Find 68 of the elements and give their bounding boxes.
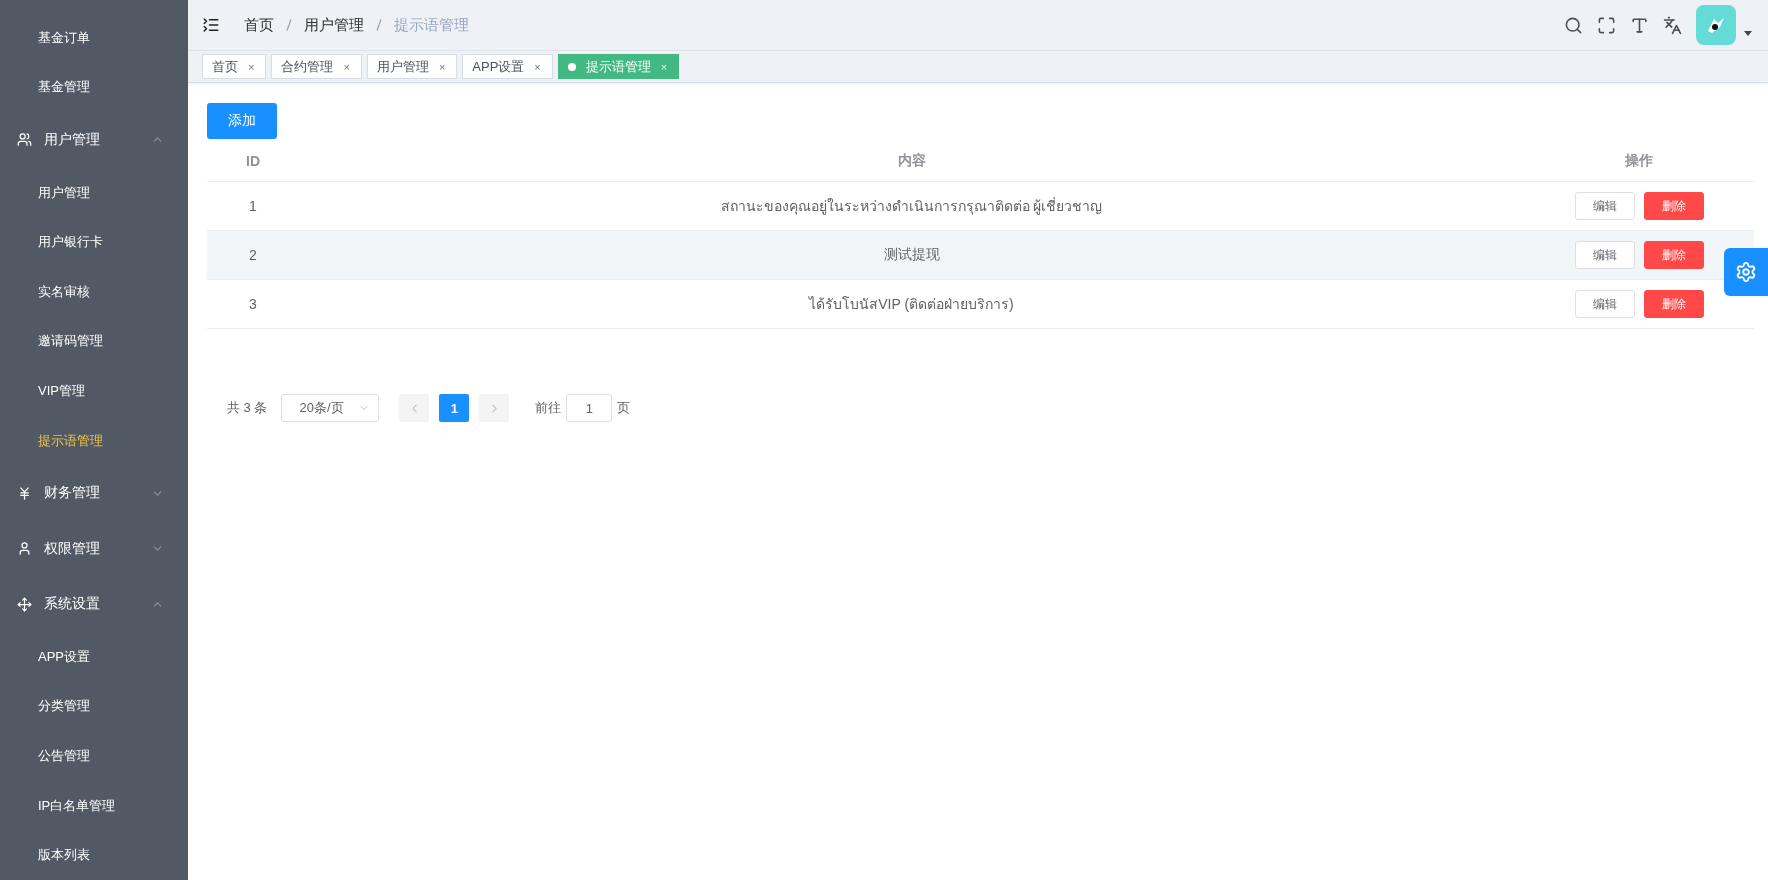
tab-label: 合约管理 (281, 57, 334, 76)
column-header: 操作 (1625, 152, 1653, 170)
page-suffix: 页 (617, 399, 631, 417)
page-size-select[interactable]: 20条/页 (281, 394, 380, 422)
tab[interactable]: 首页 × (202, 54, 267, 79)
content-cell-text: ได้รับโบนัสVIP (ติดต่อฝ่ายบริการ) (809, 295, 1014, 314)
sidebar-item[interactable]: 邀请码管理 (0, 316, 188, 367)
tab[interactable]: 用户管理 × (366, 54, 458, 79)
sidebar-group[interactable]: 权限管理 (0, 520, 188, 577)
sidebar-item[interactable]: 提示语管理 (0, 415, 188, 466)
close-icon[interactable]: × (534, 60, 541, 73)
fullscreen-icon[interactable] (1597, 15, 1616, 35)
font-size-icon[interactable] (1630, 15, 1649, 35)
settings-icon (1735, 261, 1757, 283)
sidebar-group[interactable]: 用户管理 (0, 112, 188, 168)
move-icon (17, 596, 32, 612)
id-cell: 3 (249, 296, 257, 312)
close-icon[interactable]: × (248, 60, 255, 73)
content-cell-text: สถานะของคุณอยู่ในระหว่างดำเนินการกรุณาติดต่อ ผู้เชี่ยวชาญ (720, 196, 1103, 217)
slash-icon (286, 19, 292, 31)
sidebar-group[interactable]: 系统设置 (0, 576, 188, 632)
breadcrumb-link[interactable]: 用户管理 (304, 15, 364, 35)
group-label: 用户管理 (44, 130, 101, 149)
sidebar-item[interactable]: 用户管理 (0, 167, 188, 218)
tab-label: 用户管理 (376, 57, 429, 76)
group-label: 财务管理 (44, 484, 101, 503)
sidebar-item[interactable]: 分类管理 (0, 681, 188, 732)
goto-label: 前往 (535, 399, 562, 417)
sidebar-item[interactable]: APP设置 (0, 631, 188, 682)
users-icon (17, 132, 32, 148)
column-header: 内容 (897, 152, 926, 170)
user-icon (17, 541, 32, 557)
edit-button[interactable]: 编辑 (1574, 241, 1635, 269)
tab-label: APP设置 (472, 57, 525, 76)
edit-button[interactable]: 编辑 (1574, 290, 1635, 318)
tab-label: 首页 (212, 57, 238, 76)
yen-icon (17, 485, 32, 501)
edit-button[interactable]: 编辑 (1574, 192, 1635, 220)
tab[interactable]: 合约管理 × (271, 54, 362, 79)
sidebar-item[interactable]: 基金订单 (0, 13, 188, 63)
group-label: 权限管理 (44, 539, 101, 558)
translate-icon[interactable] (1663, 15, 1682, 35)
sidebar-item[interactable]: 基金管理 (0, 62, 188, 113)
menu-icon[interactable] (202, 16, 220, 34)
id-cell: 1 (249, 198, 257, 214)
close-icon[interactable]: × (343, 60, 350, 73)
total-count: 共 3 条 (227, 399, 268, 417)
sidebar-item[interactable]: IP白名单管理 (0, 780, 188, 831)
page-input[interactable]: 1 (566, 394, 613, 422)
sidebar-group[interactable]: 财务管理 (0, 465, 188, 521)
slash-icon (376, 19, 382, 31)
column-header: ID (246, 153, 260, 169)
sidebar-item[interactable]: 用户银行卡 (0, 217, 188, 267)
sidebar-item[interactable]: VIP管理 (0, 366, 188, 416)
id-cell: 2 (249, 247, 257, 263)
sidebar-item[interactable]: 实名审核 (0, 266, 188, 317)
close-icon[interactable]: × (438, 60, 446, 73)
active-dot-icon (567, 62, 576, 71)
group-label: 系统设置 (44, 595, 101, 614)
caret-icon[interactable] (1744, 31, 1752, 37)
breadcrumb-link[interactable]: 首页 (244, 15, 274, 35)
tab[interactable]: APP设置 × (462, 54, 553, 79)
sidebar-item[interactable]: 公告管理 (0, 731, 188, 781)
content-cell: 测试提现 (883, 246, 940, 264)
search-icon[interactable] (1564, 15, 1583, 35)
settings-button[interactable] (1724, 248, 1768, 296)
sidebar-item[interactable]: 版本列表 (0, 830, 188, 880)
tab-label: 提示语管理 (585, 57, 651, 76)
